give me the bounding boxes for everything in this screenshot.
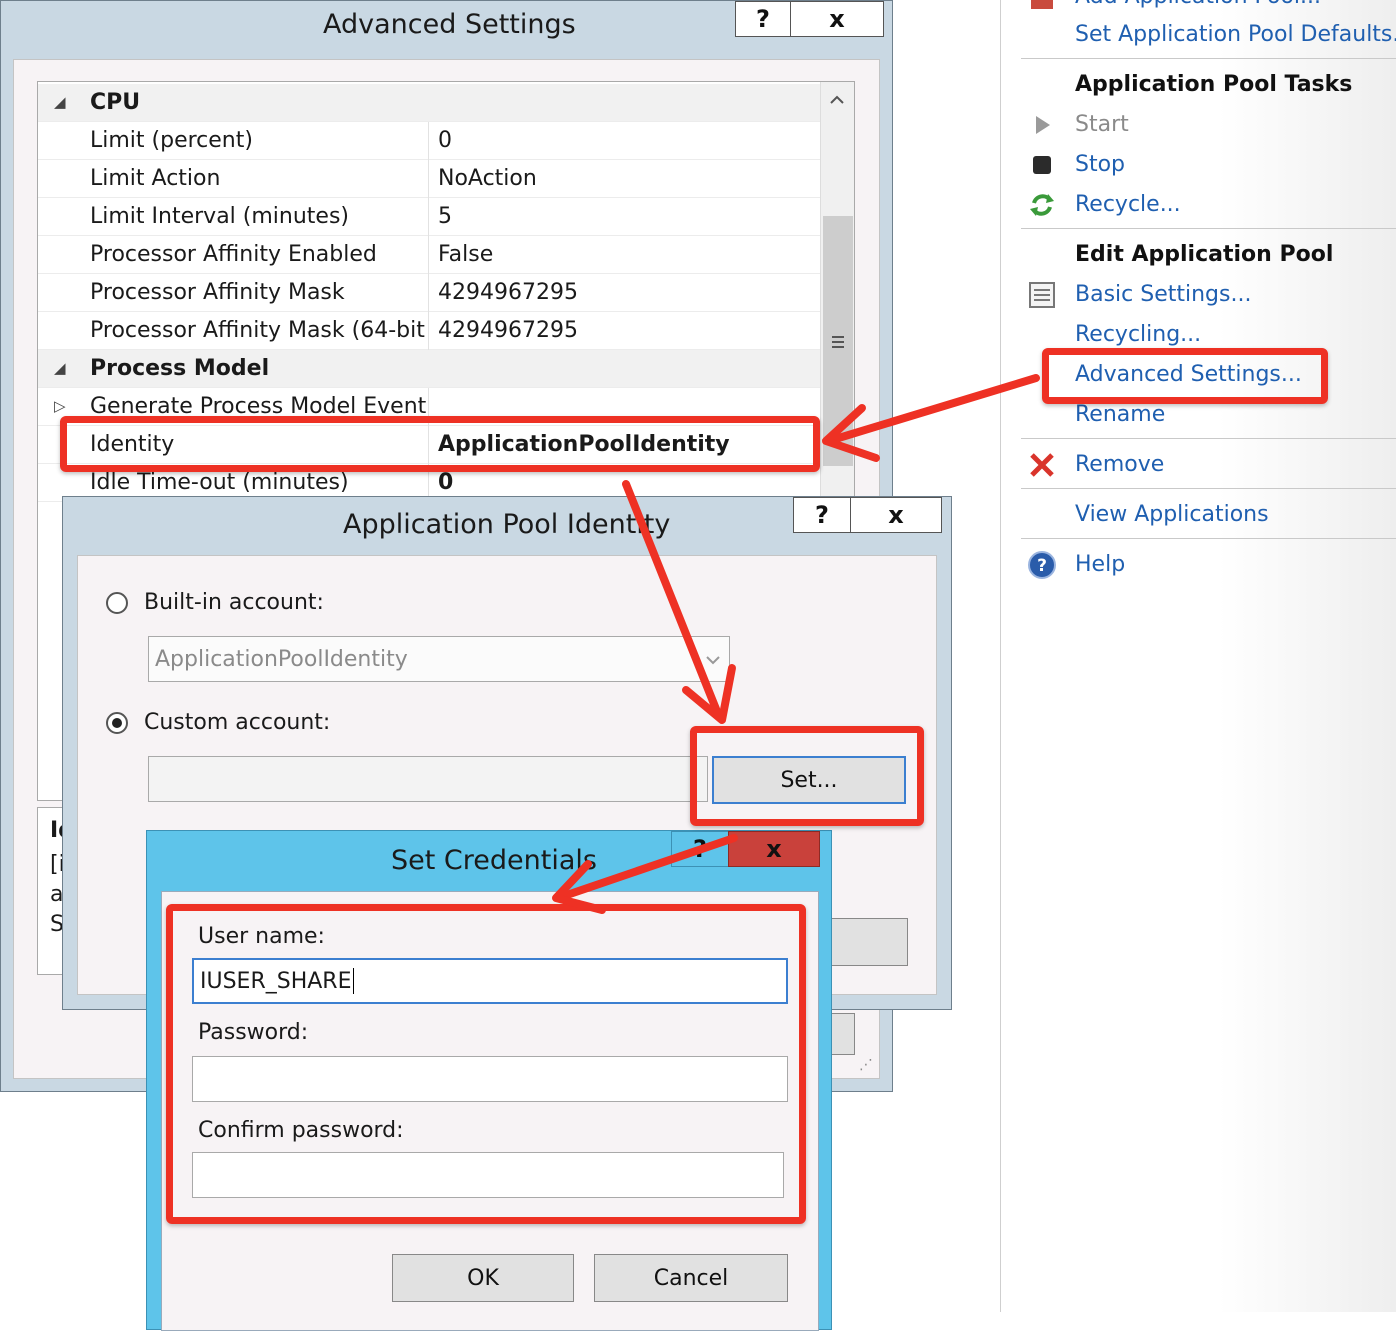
- annotation-arrows: [552, 374, 1040, 914]
